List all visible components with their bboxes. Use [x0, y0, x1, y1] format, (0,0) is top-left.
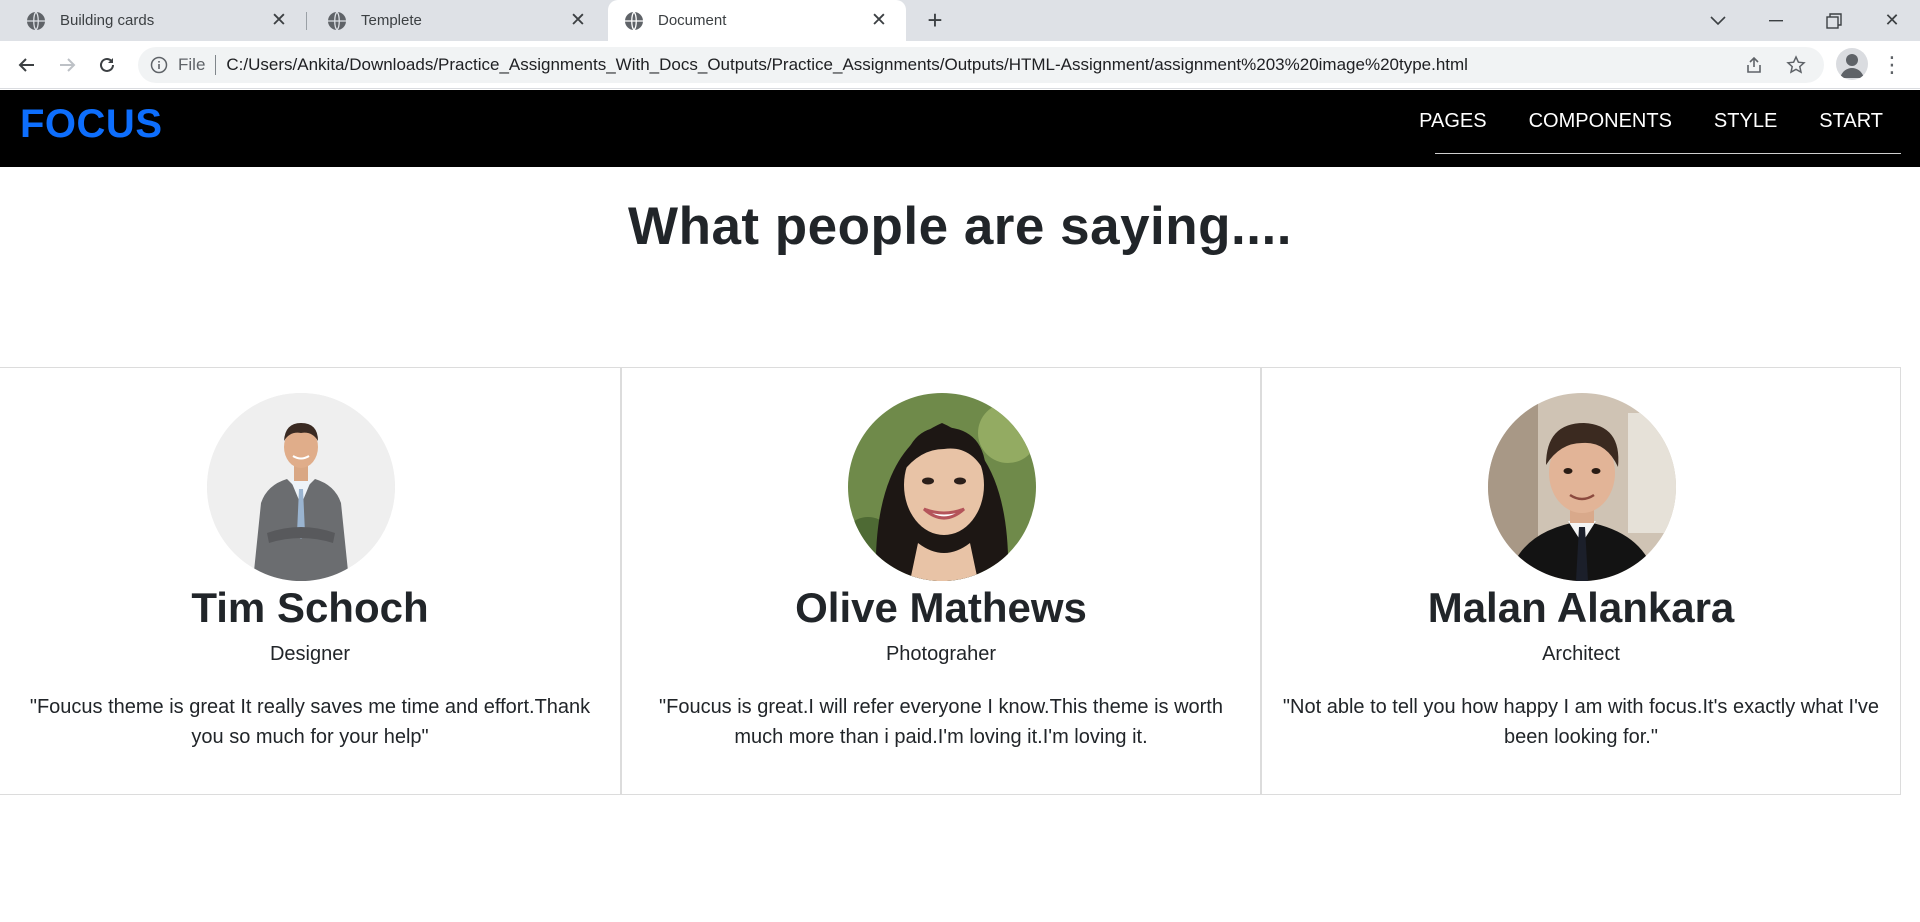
tab-title: Templete — [361, 12, 422, 29]
globe-icon — [27, 11, 45, 30]
person-role: Photograher — [885, 643, 997, 665]
nav-link-pages[interactable]: PAGES — [1419, 110, 1486, 133]
testimonial-card: Malan Alankara Architect "Not able to te… — [1261, 367, 1901, 795]
avatar — [207, 393, 395, 581]
testimonial-quote: "Foucus theme is great It really saves m… — [29, 696, 591, 748]
browser-tab-strip: Building cards ✕ Templete ✕ Document ✕ +… — [0, 0, 1920, 41]
person-role: Architect — [1542, 643, 1620, 665]
back-arrow-icon[interactable] — [12, 50, 42, 80]
globe-icon — [328, 11, 346, 30]
bookmark-star-icon[interactable] — [1778, 47, 1814, 83]
testimonial-quote: "Not able to tell you how happy I am wit… — [1282, 696, 1880, 748]
brand-logo[interactable]: FOCUS — [20, 102, 163, 147]
nav-link-start[interactable]: START — [1819, 110, 1883, 133]
site-navbar: FOCUS PAGES COMPONENTS STYLE START — [0, 90, 1920, 167]
browser-tab-active[interactable]: Document ✕ — [608, 0, 906, 41]
new-tab-plus-icon[interactable]: + — [922, 7, 948, 34]
url-text[interactable]: C:/Users/Ankita/Downloads/Practice_Assig… — [226, 55, 1468, 75]
person-name: Olive Mathews — [795, 584, 1087, 631]
testimonial-card: Olive Mathews Photograher "Foucus is gre… — [621, 367, 1261, 795]
info-icon[interactable] — [150, 56, 168, 74]
tab-search-chevron-icon[interactable] — [1690, 0, 1746, 41]
nav-links: PAGES COMPONENTS STYLE START — [1419, 90, 1901, 154]
nav-link-components[interactable]: COMPONENTS — [1529, 110, 1672, 133]
person-name: Malan Alankara — [1427, 584, 1735, 631]
menu-kebab-icon[interactable]: ⋮ — [1881, 50, 1903, 80]
share-icon[interactable] — [1736, 47, 1772, 83]
avatar — [848, 393, 1036, 581]
avatar — [1488, 393, 1676, 581]
person-name: Tim Schoch — [191, 584, 429, 631]
page-title: What people are saying.... — [628, 197, 1292, 256]
forward-arrow-icon[interactable] — [52, 50, 82, 80]
address-bar[interactable]: File C:/Users/Ankita/Downloads/Practice_… — [138, 47, 1824, 83]
restore-icon[interactable] — [1806, 0, 1862, 41]
minimize-icon[interactable] — [1748, 0, 1804, 41]
close-tab-icon[interactable]: ✕ — [567, 10, 589, 32]
close-tab-icon[interactable]: ✕ — [868, 10, 890, 32]
person-role: Designer — [269, 643, 351, 665]
browser-tab[interactable]: Building cards ✕ — [0, 0, 306, 41]
close-window-icon[interactable]: ✕ — [1864, 0, 1920, 41]
nav-link-style[interactable]: STYLE — [1714, 110, 1777, 133]
browser-tab[interactable]: Templete ✕ — [307, 0, 605, 41]
testimonial-quote: "Foucus is great.I will refer everyone I… — [659, 696, 1223, 748]
testimonial-card: Tim Schoch Designer "Foucus theme is gre… — [0, 367, 621, 795]
profile-avatar-icon[interactable] — [1836, 48, 1868, 80]
tab-title: Building cards — [60, 12, 155, 29]
url-divider — [215, 55, 217, 75]
close-tab-icon[interactable]: ✕ — [268, 10, 290, 32]
url-scheme-label: File — [178, 55, 206, 74]
globe-icon — [625, 11, 643, 30]
browser-toolbar: File C:/Users/Ankita/Downloads/Practice_… — [0, 41, 1920, 89]
reload-icon[interactable] — [92, 50, 122, 80]
tab-title: Document — [658, 12, 727, 29]
